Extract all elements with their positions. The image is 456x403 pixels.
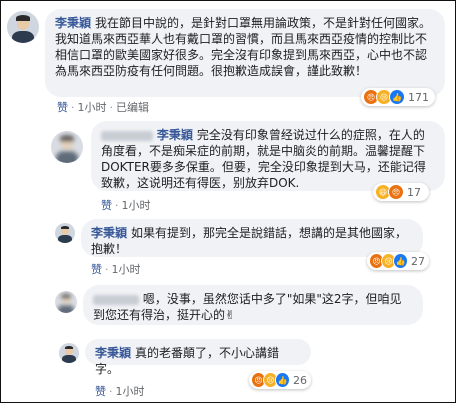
comment-author[interactable]: 李秉穎 <box>91 226 127 240</box>
comment-author[interactable]: 李秉穎 <box>55 16 91 30</box>
timestamp[interactable]: 1小时 <box>78 101 107 114</box>
like-icon: 👍 <box>393 253 408 269</box>
comment-bubble: 嗯，没事，虽然您话中多了"如果"这2字，但咱见到您还有得治，挺开心的✌ <box>83 285 423 325</box>
avatar[interactable] <box>55 223 75 243</box>
edited-label[interactable]: 已编辑 <box>116 101 149 114</box>
comment-actions: 赞 · 1小时 <box>101 199 151 212</box>
like-icon: 👍 <box>389 89 405 105</box>
avatar[interactable] <box>59 343 79 363</box>
avatar[interactable] <box>7 11 39 43</box>
avatar[interactable] <box>51 131 83 163</box>
like-button[interactable]: 赞 <box>101 199 112 212</box>
comment-text: 我在節目中說的，是針對口罩無用論政策，不是針對任何國家。我知道馬來西亞華人也有戴… <box>55 16 432 78</box>
redacted-name <box>93 294 139 305</box>
reaction-summary[interactable]: 😠 😢 👍 26 <box>249 371 311 389</box>
like-button[interactable]: 赞 <box>95 385 106 398</box>
reaction-count: 171 <box>408 90 429 104</box>
angry-icon: 😠 <box>388 184 404 200</box>
comment-author[interactable]: 李秉穎 <box>95 346 131 360</box>
avatar[interactable] <box>55 291 77 313</box>
timestamp[interactable]: 1小时 <box>112 263 141 276</box>
comment-bubble: 李秉穎 真的老番顛了，不小心講錯字。 <box>85 339 311 376</box>
comment-bubble: 李秉穎 完全没有印象曾经说过什么的症照，在人的角度看，不是痴呆症的前期，就是中脑炎… <box>91 121 445 191</box>
reaction-count: 17 <box>407 185 421 199</box>
reaction-count: 26 <box>293 373 307 387</box>
reaction-summary[interactable]: 😆 😠 17 <box>373 183 429 201</box>
timestamp[interactable]: 1小时 <box>122 199 151 212</box>
reaction-summary[interactable]: 😠 😢 👍 27 <box>367 252 429 270</box>
timestamp[interactable]: 1小时 <box>116 385 145 398</box>
comment-author[interactable]: 李秉穎 <box>157 128 193 142</box>
reaction-count: 27 <box>411 254 425 268</box>
comment-actions: 赞 · 1小时 <box>91 263 141 276</box>
comment-text: 如果有提到，那完全是說錯話，想講的是其他國家，抱歉！ <box>91 226 408 256</box>
like-icon: 👍 <box>275 372 290 388</box>
comment-actions: 赞 · 1小时 · 已编辑 <box>57 101 149 114</box>
comment-thread: 李秉穎 我在節目中說的，是針對口罩無用論政策，不是針對任何國家。我知道馬來西亞華人… <box>0 0 456 403</box>
comment-actions: 赞 · 1小时 <box>95 385 145 398</box>
like-button[interactable]: 赞 <box>91 263 102 276</box>
reaction-summary[interactable]: 😠 😢 👍 171 <box>361 88 435 106</box>
redacted-name <box>101 130 153 141</box>
comment-bubble: 李秉穎 我在節目中說的，是針對口罩無用論政策，不是針對任何國家。我知道馬來西亞華人… <box>45 9 445 97</box>
like-button[interactable]: 赞 <box>57 101 68 114</box>
comment-bubble: 李秉穎 如果有提到，那完全是說錯話，想講的是其他國家，抱歉！ <box>81 219 423 257</box>
comment-text: 嗯，没事，虽然您话中多了"如果"这2字，但咱见到您还有得治，挺开心的✌ <box>93 292 402 322</box>
